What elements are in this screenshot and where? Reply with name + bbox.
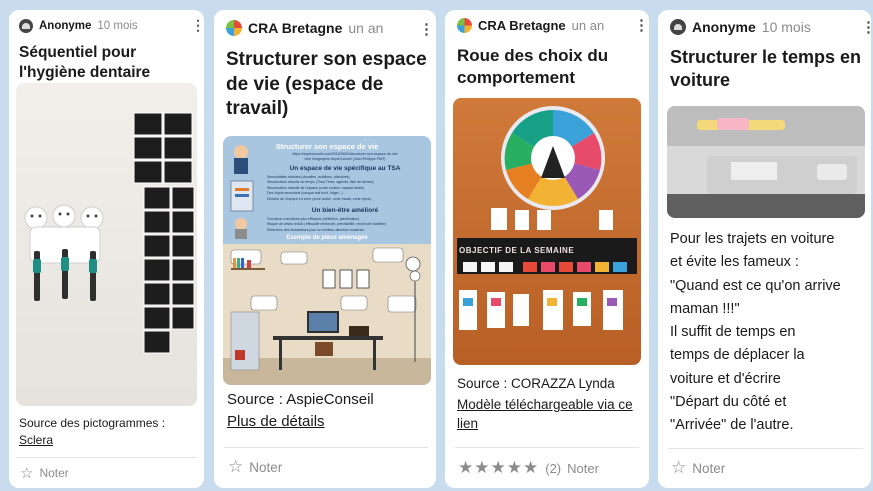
room-illustration xyxy=(223,145,431,385)
card-divider xyxy=(224,447,428,448)
card-header: CRA Bretagne un an xyxy=(226,20,383,36)
more-options-icon[interactable]: ⋮ xyxy=(191,18,204,32)
star-filled-icon: ★ xyxy=(458,458,475,477)
rate-button[interactable]: ☆ Noter xyxy=(20,464,69,482)
rate-label: Noter xyxy=(249,459,283,475)
infographic-image[interactable]: Structurer son espace de vie https://asp… xyxy=(223,136,431,385)
author-name[interactable]: CRA Bretagne xyxy=(248,20,342,36)
star-outline-icon: ☆ xyxy=(20,465,34,482)
post-time: 10 mois xyxy=(761,19,811,35)
card-title[interactable]: Structurer le temps en voiture xyxy=(670,46,870,93)
card-divider xyxy=(668,448,863,449)
behavior-wheel-illustration xyxy=(457,106,637,330)
rate-label: Noter xyxy=(39,466,69,480)
cra-logo-avatar xyxy=(457,18,472,33)
source-link-sclera[interactable]: Sclera xyxy=(19,432,53,449)
author-name[interactable]: Anonyme xyxy=(39,20,91,32)
star-filled-icon: ★ xyxy=(523,458,540,477)
rating-bar[interactable]: ★★★★★ (2) Noter xyxy=(458,458,599,478)
toothbrush-sequence-image[interactable] xyxy=(16,83,197,406)
card-header: Anonyme 10 mois xyxy=(670,19,811,35)
author-name[interactable]: CRA Bretagne xyxy=(478,18,566,33)
rate-button[interactable]: ☆ Noter xyxy=(671,458,725,478)
toothbrush-sequence-illustration xyxy=(24,112,195,354)
car-visor-image[interactable] xyxy=(667,106,865,218)
description-line: maman !!!" xyxy=(670,300,740,317)
card-header: Anonyme 10 mois xyxy=(19,19,138,33)
description-line: et évite les fameux : xyxy=(670,254,799,271)
card-living-space[interactable]: CRA Bretagne un an ⋮ Structurer son espa… xyxy=(214,10,436,488)
more-options-icon[interactable]: ⋮ xyxy=(419,22,434,37)
car-visor-illustration xyxy=(667,106,865,218)
card-divider xyxy=(455,447,639,448)
source-label: Source des pictogrammes : xyxy=(19,416,166,430)
description-line: Pour les trajets en voiture xyxy=(670,231,835,247)
star-filled-icon: ★ xyxy=(474,458,491,477)
mascot-figure xyxy=(230,145,254,239)
card-title[interactable]: Séquentiel pour l'hygiène dentaire xyxy=(19,43,199,83)
source-label: Source : CORAZZA Lynda xyxy=(457,376,615,391)
star-outline-icon: ☆ xyxy=(671,458,687,477)
download-model-link[interactable]: Modèle téléchargeable via ce lien xyxy=(457,396,645,433)
more-options-icon[interactable]: ⋮ xyxy=(634,18,649,33)
rate-label: Noter xyxy=(567,460,599,476)
post-time: un an xyxy=(348,20,384,36)
behavior-wheel-image[interactable]: OBJECTIF DE LA SEMAINE xyxy=(453,98,641,365)
description-line: temps de déplacer la xyxy=(670,347,805,364)
description-line: Il suffit de temps en xyxy=(670,324,796,341)
post-time: 10 mois xyxy=(97,20,138,32)
card-behavior-wheel[interactable]: CRA Bretagne un an ⋮ Roue des choix du c… xyxy=(445,10,649,488)
card-description: Pour les trajets en voiture et évite les… xyxy=(670,228,870,438)
cra-logo-avatar xyxy=(226,20,242,36)
more-options-icon[interactable]: ⋮ xyxy=(861,20,871,35)
card-header: CRA Bretagne un an xyxy=(457,18,604,33)
description-line: "Départ du côté et xyxy=(670,394,787,411)
author-name[interactable]: Anonyme xyxy=(692,19,756,35)
description-line: voiture et d'écrire xyxy=(670,370,781,387)
card-car-time[interactable]: Anonyme 10 mois ⋮ Structurer le temps en… xyxy=(658,10,871,488)
source-label: Source : AspieConseil xyxy=(227,391,374,408)
star-filled-icon: ★ xyxy=(506,458,523,477)
card-divider xyxy=(17,457,197,458)
rating-count: (2) xyxy=(545,460,562,476)
description-line: "Quand est ce qu'on arrive xyxy=(670,277,841,294)
rate-button[interactable]: ☆ Noter xyxy=(228,457,282,477)
star-filled-icon: ★ xyxy=(490,458,507,477)
card-dental-hygiene[interactable]: Anonyme 10 mois ⋮ Séquentiel pour l'hygi… xyxy=(9,10,204,488)
avatar xyxy=(670,19,686,35)
card-title[interactable]: Structurer son espace de vie (espace de … xyxy=(226,48,431,122)
rate-label: Noter xyxy=(692,460,726,476)
details-link[interactable]: Plus de détails xyxy=(227,412,325,433)
weekly-goal-board-label: OBJECTIF DE LA SEMAINE xyxy=(459,246,575,255)
card-title[interactable]: Roue des choix du comportement xyxy=(457,45,645,89)
star-outline-icon: ☆ xyxy=(228,457,244,476)
post-time: un an xyxy=(571,18,605,33)
description-line: "Arrivée" de l'autre. xyxy=(670,417,794,434)
avatar xyxy=(19,19,33,33)
star-rating: ★★★★★ xyxy=(458,458,539,478)
